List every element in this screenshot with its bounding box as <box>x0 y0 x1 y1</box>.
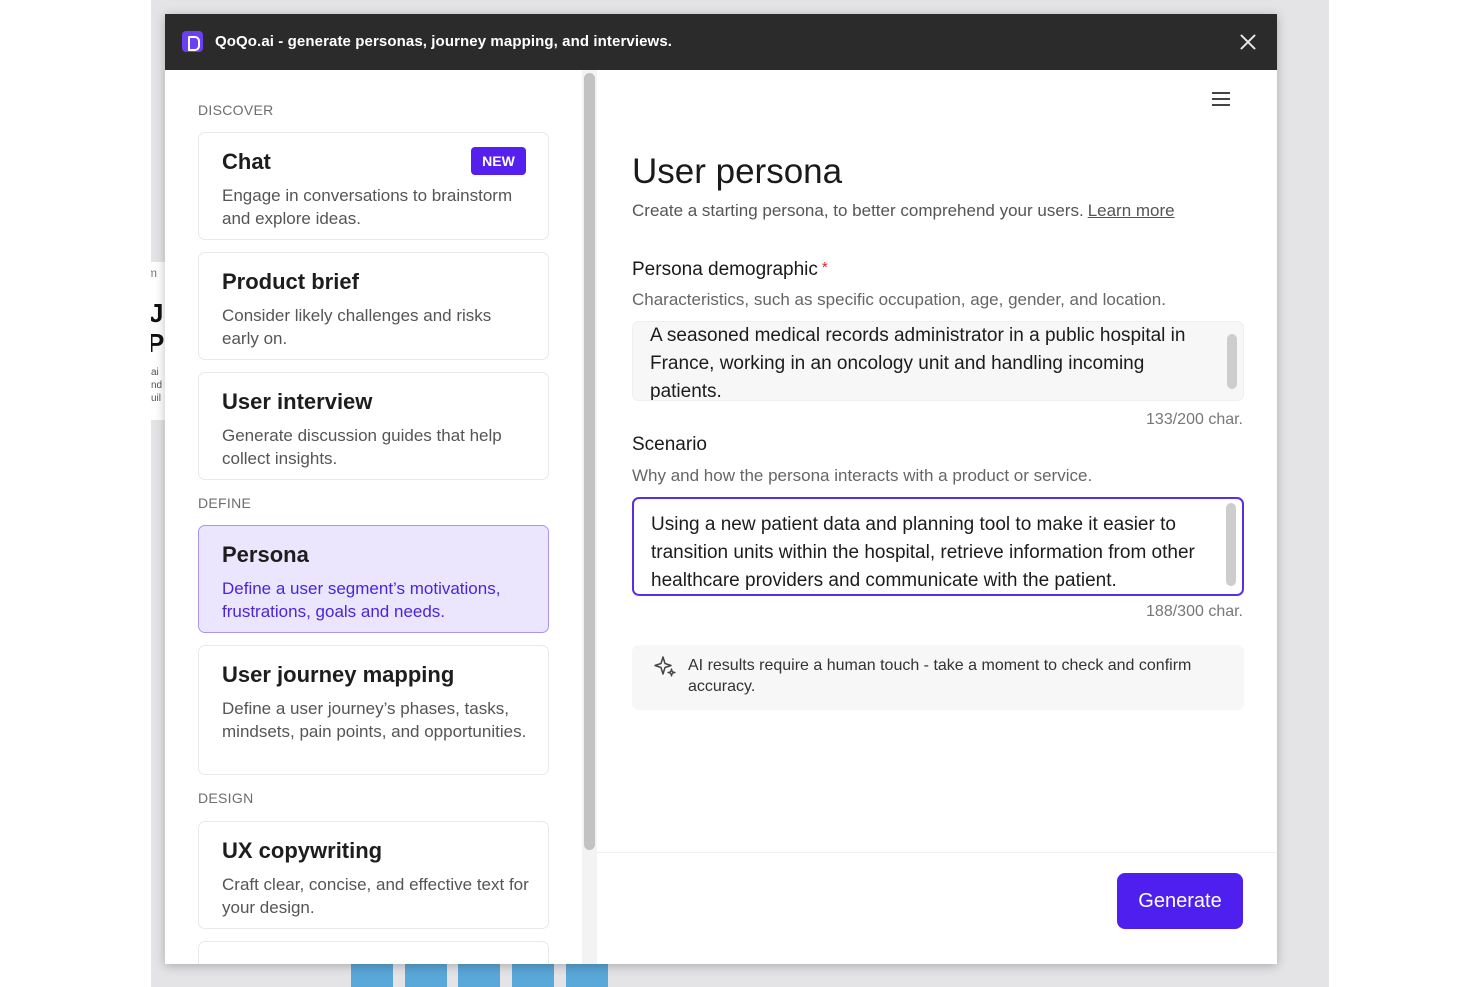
card-description: Consider likely challenges and risks ear… <box>222 306 492 348</box>
qoqo-logo-icon <box>182 31 203 52</box>
ai-notice: AI results require a human touch - take … <box>632 645 1244 710</box>
card-description: Craft clear, concise, and effective text… <box>222 875 529 917</box>
required-marker: * <box>821 259 828 276</box>
sidebar-item-product-brief[interactable]: Product brief Consider likely challenges… <box>198 252 549 360</box>
demographic-textarea[interactable]: A seasoned medical records administrator… <box>632 321 1244 401</box>
hamburger-menu-icon[interactable] <box>1212 92 1230 106</box>
title-bar: QoQo.ai - generate personas, journey map… <box>165 14 1277 70</box>
subtitle-text: Create a starting persona, to better com… <box>632 201 1084 220</box>
card-description: Define a user journey’s phases, tasks, m… <box>222 699 527 741</box>
section-label-discover: DISCOVER <box>198 102 274 118</box>
sidebar-item-persona[interactable]: Persona Define a user segment’s motivati… <box>198 525 549 633</box>
window-title: QoQo.ai - generate personas, journey map… <box>215 33 673 50</box>
close-icon[interactable] <box>1237 31 1259 53</box>
demographic-char-counter: 133/200 char. <box>1146 411 1243 428</box>
card-description: Generate discussion guides that help col… <box>222 426 502 468</box>
scenario-label: Scenario <box>632 434 707 455</box>
page-title: User persona <box>632 152 843 191</box>
generate-button[interactable]: Generate <box>1117 873 1243 929</box>
sidebar-item-partial[interactable] <box>198 941 549 964</box>
learn-more-link[interactable]: Learn more <box>1088 201 1175 220</box>
ai-notice-text: AI results require a human touch - take … <box>688 657 1192 695</box>
new-badge: NEW <box>471 147 526 175</box>
sidebar-item-chat[interactable]: Chat NEW Engage in conversations to brai… <box>198 132 549 240</box>
card-title: Product brief <box>222 269 359 294</box>
card-title: User journey mapping <box>222 662 455 687</box>
textarea-scrollbar[interactable] <box>1226 503 1236 586</box>
main-panel: User persona Create a starting persona, … <box>597 70 1277 964</box>
scenario-value: Using a new patient data and planning to… <box>651 514 1195 591</box>
plugin-window: QoQo.ai - generate personas, journey map… <box>165 14 1277 964</box>
sidebar-item-user-journey-mapping[interactable]: User journey mapping Define a user journ… <box>198 645 549 775</box>
scenario-textarea[interactable]: Using a new patient data and planning to… <box>632 497 1244 596</box>
sidebar-item-user-interview[interactable]: User interview Generate discussion guide… <box>198 372 549 480</box>
textarea-scrollbar[interactable] <box>1227 334 1237 389</box>
footer-divider <box>597 852 1277 853</box>
scenario-help: Why and how the persona interacts with a… <box>632 466 1093 485</box>
sidebar-scrollbar-thumb[interactable] <box>584 73 595 850</box>
demographic-value: A seasoned medical records administrator… <box>650 325 1186 401</box>
demographic-label: Persona demographic * <box>632 259 828 281</box>
demographic-label-text: Persona demographic <box>632 259 818 280</box>
sparkle-icon <box>654 656 676 677</box>
card-title: Chat <box>222 149 271 174</box>
sidebar-item-ux-copywriting[interactable]: UX copywriting Craft clear, concise, and… <box>198 821 549 929</box>
section-label-define: DEFINE <box>198 495 252 511</box>
page-subtitle: Create a starting persona, to better com… <box>632 201 1175 221</box>
demographic-help: Characteristics, such as specific occupa… <box>632 290 1166 309</box>
card-description: Engage in conversations to brainstorm an… <box>222 186 513 228</box>
card-description: Define a user segment’s motivations, fru… <box>222 579 501 621</box>
card-title: Persona <box>222 542 309 567</box>
card-title: UX copywriting <box>222 838 383 863</box>
tool-sidebar: DISCOVER Chat NEW Engage in conversation… <box>165 70 597 964</box>
scenario-char-counter: 188/300 char. <box>1146 603 1243 620</box>
card-title: User interview <box>222 389 373 414</box>
section-label-design: DESIGN <box>198 790 254 806</box>
